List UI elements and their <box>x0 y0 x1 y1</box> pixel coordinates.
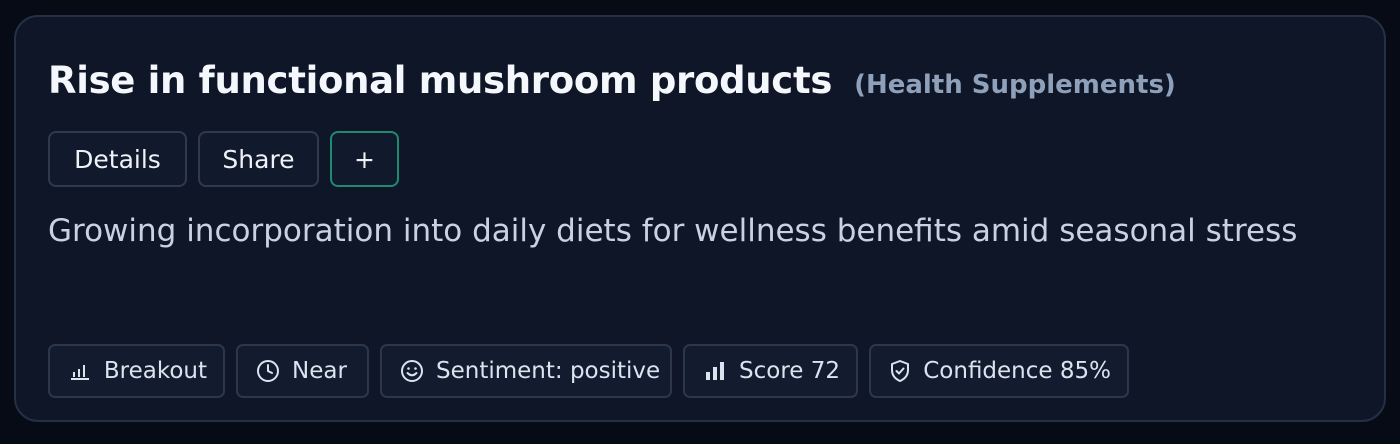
shield-check-icon <box>889 359 911 383</box>
trend-title: Rise in functional mushroom products <box>48 59 833 102</box>
tag-horizon: Near <box>236 344 369 398</box>
tag-label: Sentiment: positive <box>436 358 661 384</box>
trend-description: Growing incorporation into daily diets f… <box>48 213 1298 249</box>
tag-sentiment: Sentiment: positive <box>380 344 672 398</box>
smile-icon <box>400 359 424 383</box>
bar-chart-icon <box>68 359 92 383</box>
add-button[interactable]: + <box>330 131 399 187</box>
tag-label: Score 72 <box>739 358 840 384</box>
signal-bars-icon <box>703 359 727 383</box>
clock-icon <box>256 359 280 383</box>
tag-label: Near <box>292 358 347 384</box>
tag-label: Breakout <box>103 358 207 384</box>
tag-label: Confidence 85% <box>923 358 1111 384</box>
share-button[interactable]: Share <box>198 131 319 187</box>
category-label: (Health Supplements) <box>854 70 1176 100</box>
action-buttons: Details Share + <box>48 131 399 187</box>
title-row: Rise in functional mushroom products (He… <box>48 59 1176 102</box>
trend-card: Rise in functional mushroom products (He… <box>14 15 1386 422</box>
tag-score: Score 72 <box>683 344 858 398</box>
tag-list: Breakout Near Sentiment: positive Score … <box>48 344 1129 398</box>
tag-confidence: Confidence 85% <box>869 344 1129 398</box>
details-button[interactable]: Details <box>48 131 187 187</box>
tag-breakout: Breakout <box>48 344 225 398</box>
